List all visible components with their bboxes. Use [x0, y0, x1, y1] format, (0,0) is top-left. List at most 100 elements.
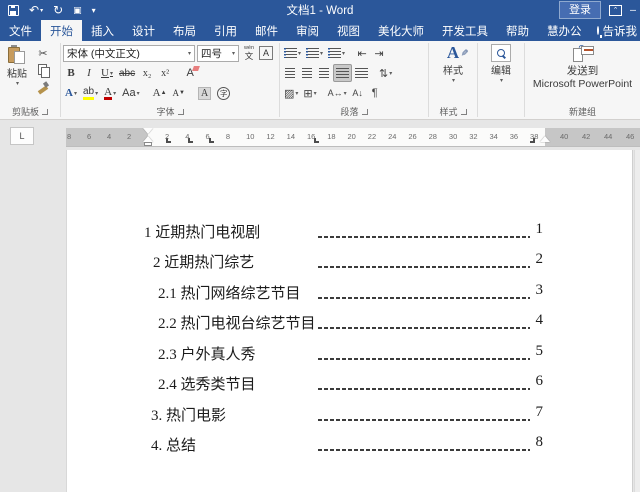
increase-indent-button[interactable]: ⇥: [371, 44, 387, 62]
clipboard-dialog-launcher[interactable]: [42, 108, 48, 115]
toc-leader-dashes: [318, 419, 530, 421]
ruler-number: 22: [367, 132, 377, 141]
undo-button[interactable]: ↶ ▾: [29, 3, 43, 17]
bullets-button[interactable]: ▾: [282, 44, 303, 62]
tab-mailings[interactable]: 邮件: [246, 20, 287, 41]
align-right-button[interactable]: [316, 64, 332, 82]
asian-layout-button[interactable]: A↔ ▾: [326, 84, 349, 102]
tab-design[interactable]: 设计: [123, 20, 164, 41]
editing-button[interactable]: 编辑 ▾: [487, 43, 515, 104]
tab-tell-me[interactable]: 告诉我: [601, 20, 640, 41]
justify-button[interactable]: [333, 64, 352, 82]
paragraph-dialog-launcher[interactable]: [361, 108, 368, 115]
shrink-font-button[interactable]: A ▼: [171, 84, 187, 102]
document-page[interactable]: 1 近期热门电视剧 1 2 近期热门综艺 2 2.1 热门网络综艺节目 3 2.2 热…: [66, 150, 633, 492]
enclose-characters-button[interactable]: 字: [215, 84, 232, 102]
save-button[interactable]: [8, 4, 19, 16]
asian-layout-icon: A↔: [327, 88, 343, 98]
borders-button[interactable]: ⊞ ▾: [301, 84, 318, 102]
sort-button[interactable]: A↓: [350, 84, 366, 102]
text-highlight-button[interactable]: ab ▾: [81, 84, 100, 102]
tab-insert[interactable]: 插入: [82, 20, 123, 41]
tab-huibangong[interactable]: 慧办公: [538, 20, 591, 41]
align-center-button[interactable]: [299, 64, 315, 82]
ruler-number: 4: [107, 132, 112, 141]
ribbon-display-options-button[interactable]: ⌃: [609, 4, 622, 16]
character-shading-button[interactable]: A: [196, 84, 213, 102]
redo-button[interactable]: ↻: [53, 3, 63, 17]
ribbon: 粘贴 ▾ ✂ 剪贴板 宋体 (中文正文) ▾ 四号 ▾ wén 文 A B I …: [0, 41, 640, 120]
grow-font-button[interactable]: A ▲: [151, 84, 169, 102]
sign-in-button[interactable]: 登录: [559, 1, 601, 19]
paste-button[interactable]: 粘贴 ▾: [2, 43, 32, 104]
touch-mouse-mode-button[interactable]: ▣: [73, 5, 82, 16]
tab-references[interactable]: 引用: [205, 20, 246, 41]
ruler-number: 10: [246, 132, 255, 141]
numbering-button[interactable]: ▾: [304, 44, 325, 62]
multilevel-list-icon: [328, 48, 342, 58]
minimize-button[interactable]: —: [630, 5, 636, 16]
tab-developer[interactable]: 开发工具: [433, 20, 497, 41]
ruler-number: 36: [509, 132, 519, 141]
enclose-character-icon: 字: [217, 86, 231, 100]
undo-icon: ↶: [29, 3, 40, 17]
styles-button-label: 样式: [443, 66, 463, 77]
send-to-powerpoint-button[interactable]: ↷ 发送到 Microsoft PowerPoint: [527, 43, 638, 104]
styles-dialog-launcher[interactable]: [460, 108, 467, 115]
shading-button[interactable]: ▨ ▾: [282, 84, 300, 102]
character-border-button[interactable]: A: [259, 46, 273, 60]
italic-button[interactable]: I: [81, 64, 97, 82]
first-line-indent-marker[interactable]: [143, 128, 153, 134]
clear-formatting-button[interactable]: A: [182, 64, 198, 82]
multilevel-list-button[interactable]: ▾: [326, 44, 347, 62]
subscript-button[interactable]: x₂: [139, 64, 155, 82]
distribute-button[interactable]: [353, 64, 370, 82]
cut-button[interactable]: ✂: [34, 45, 52, 61]
decrease-indent-button[interactable]: ⇤: [354, 44, 370, 62]
tab-review[interactable]: 审阅: [287, 20, 328, 41]
clipboard-group: 粘贴 ▾ ✂ 剪贴板: [0, 41, 60, 119]
underline-label: U: [101, 67, 109, 79]
vertical-scrollbar[interactable]: [634, 150, 640, 492]
ruler-number: 2: [127, 132, 132, 141]
line-spacing-button[interactable]: ⇅ ▾: [377, 64, 394, 82]
paragraph-group: ▾ ▾ ▾ ⇤ ⇥ ⇅ ▾ ▨ ▾ ⊞ ▾ A↔ ▾ A↓ ¶ 段落: [280, 41, 428, 119]
styles-group: A 样式 ▾ 样式: [429, 41, 477, 119]
tab-help[interactable]: 帮助: [497, 20, 538, 41]
toc-entry-label: 2.3 户外真人秀: [158, 347, 256, 363]
change-case-button[interactable]: Aa ▾: [120, 84, 141, 102]
tab-view[interactable]: 视图: [328, 20, 369, 41]
font-name-combobox[interactable]: 宋体 (中文正文) ▾: [63, 44, 195, 62]
left-indent-marker[interactable]: [144, 142, 152, 146]
pinyin-icon-char: 文: [244, 50, 254, 61]
align-right-icon: [319, 68, 329, 78]
show-hide-marks-button[interactable]: ¶: [367, 84, 383, 102]
character-border-icon: A: [262, 48, 269, 58]
underline-button[interactable]: U ▾: [99, 64, 115, 82]
ruler-number: 18: [327, 132, 336, 141]
text-effects-button[interactable]: A ▾: [63, 84, 79, 102]
styles-button[interactable]: A 样式 ▾: [439, 43, 467, 104]
document-area: 1 近期热门电视剧 1 2 近期热门综艺 2 2.1 热门网络综艺节目 3 2.2 热…: [0, 150, 640, 492]
font-color-button[interactable]: A ▾: [102, 84, 118, 102]
superscript-button[interactable]: x²: [157, 64, 173, 82]
ruler-number: 24: [388, 132, 397, 141]
copy-button[interactable]: [34, 62, 52, 78]
ruler-strip: 8 6 4 2 2 4 6 8 10 12 14 16 18 20 22 24 26 28 30 32 34 36 38 40…: [66, 128, 640, 146]
tab-selector-button[interactable]: L: [10, 127, 34, 145]
font-size-combobox[interactable]: 四号 ▾: [197, 44, 239, 62]
tab-home[interactable]: 开始: [41, 20, 82, 41]
phonetic-guide-button[interactable]: wén 文: [241, 45, 257, 61]
font-dialog-launcher[interactable]: [177, 108, 184, 115]
tab-layout[interactable]: 布局: [164, 20, 205, 41]
customize-qat-button[interactable]: ▾: [92, 6, 96, 15]
format-painter-button[interactable]: [34, 79, 52, 95]
toc-entry-label: 2.4 选秀类节目: [158, 377, 256, 393]
bold-button[interactable]: B: [63, 64, 79, 82]
align-left-button[interactable]: [282, 64, 298, 82]
ruler-number: 20: [347, 132, 356, 141]
tab-file[interactable]: 文件: [0, 20, 41, 41]
line-spacing-icon: ⇅: [379, 67, 389, 80]
strikethrough-button[interactable]: abc: [117, 64, 137, 82]
tab-beautify-master[interactable]: 美化大师: [369, 20, 433, 41]
